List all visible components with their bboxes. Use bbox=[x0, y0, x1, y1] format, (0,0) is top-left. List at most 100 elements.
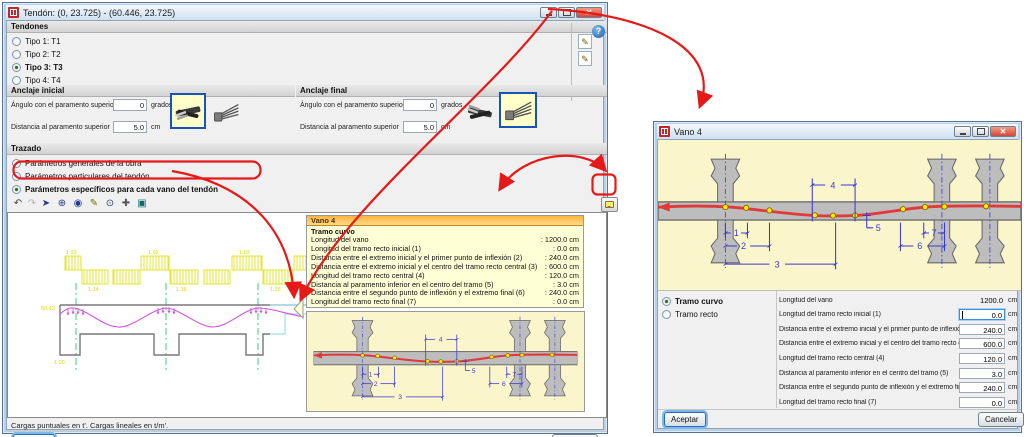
app-icon bbox=[8, 7, 19, 18]
param-label: Distancia entre el segundo punto de infl… bbox=[779, 384, 959, 392]
tendon-window-titlebar[interactable]: Tendón: (0, 23.725) - (60.446, 23.725) ✕ bbox=[6, 5, 604, 20]
edit-values-icon[interactable]: ✎ bbox=[578, 51, 592, 66]
edit-pencil-icon[interactable]: ✎ bbox=[87, 197, 101, 211]
svg-text:1.36: 1.36 bbox=[176, 287, 187, 293]
anchorage-head-icon[interactable] bbox=[463, 97, 497, 127]
tooltip-row-label: Longitud del tramo recto central (4) bbox=[311, 271, 425, 280]
cancel-button[interactable]: Cancelar bbox=[978, 412, 1024, 427]
trazado-header: Trazado bbox=[7, 143, 607, 155]
tooltip-row-label: Distancia entre el extremo inicial y el … bbox=[311, 262, 538, 271]
radio-icon bbox=[12, 159, 21, 168]
vano-window-titlebar[interactable]: Vano 4 ✕ bbox=[657, 124, 1018, 139]
drawing-toolbar: ↶ ↷ ➤ ⊕ ◉ ✎ ⊙ ✚ ▣ bbox=[7, 197, 607, 212]
param-row: Longitud del tramo recto inicial (1) 0.0 c… bbox=[779, 308, 1021, 323]
param-input[interactable]: 120.0 bbox=[959, 352, 1005, 364]
radio-icon bbox=[12, 63, 21, 72]
radio-icon bbox=[12, 172, 21, 181]
angle-label: Ángulo con el paramento superior bbox=[300, 102, 406, 109]
radio-icon bbox=[12, 50, 21, 59]
trazado-option[interactable]: Parámetros particulares del tendón bbox=[12, 170, 218, 183]
tendones-header: Tendones bbox=[7, 21, 607, 33]
param-label: Longitud del tramo recto final (7) bbox=[779, 398, 877, 406]
minimize-button[interactable] bbox=[540, 7, 557, 18]
edit-tendon-icon[interactable]: ✎ bbox=[578, 34, 592, 49]
divider bbox=[658, 409, 1021, 410]
trazado-option[interactable]: Parámetros específicos para cada vano de… bbox=[12, 183, 218, 196]
tramo-mode-label: Tramo curvo bbox=[675, 297, 724, 306]
tramo-mode-option[interactable]: Tramo recto bbox=[662, 308, 776, 321]
anchorage-head-icon[interactable] bbox=[170, 93, 206, 129]
tooltip-row-label: Longitud del tramo recto final (7) bbox=[311, 298, 417, 307]
pan-hand-icon[interactable]: ✚ bbox=[119, 197, 133, 211]
param-input[interactable]: 0.0 bbox=[959, 309, 1005, 321]
param-input[interactable]: 600.0 bbox=[959, 338, 1005, 350]
svg-text:1.00: 1.00 bbox=[54, 360, 65, 366]
tendon-type-option[interactable]: Tipo 3: T3 bbox=[12, 61, 63, 74]
strand-fan-icon[interactable] bbox=[209, 97, 243, 127]
close-button[interactable]: ✕ bbox=[576, 7, 602, 18]
trazado-option-list: Parámetros generales de la obra Parámetro… bbox=[12, 157, 218, 196]
anclaje-final-header: Anclaje final bbox=[296, 85, 607, 97]
tendon-type-label: Tipo 3: T3 bbox=[25, 63, 63, 72]
param-label: Longitud del tramo recto inicial (1) bbox=[779, 311, 881, 319]
screen-capture-icon[interactable]: ▣ bbox=[135, 197, 149, 211]
tooltip-rows: Longitud del vano: 1200.0 cm Longitud del… bbox=[307, 235, 583, 307]
angle-input[interactable]: 0 bbox=[113, 99, 147, 111]
param-label: Longitud del vano bbox=[779, 296, 833, 304]
tendon-type-label: Tipo 2: T2 bbox=[25, 50, 61, 59]
param-input[interactable]: 3.0 bbox=[959, 367, 1005, 379]
svg-text:1.92: 1.92 bbox=[148, 250, 159, 256]
angle-input[interactable]: 0 bbox=[403, 99, 437, 111]
angle-unit: grados bbox=[441, 102, 463, 109]
param-row: Longitud del vano 1200.0 cm bbox=[779, 293, 1021, 308]
tooltip-row: Longitud del vano: 1200.0 cm bbox=[307, 235, 583, 245]
minimize-button[interactable] bbox=[954, 126, 971, 137]
dist-label: Distancia al paramento superior bbox=[300, 124, 399, 131]
tramo-mode-option[interactable]: Tramo curvo bbox=[662, 295, 776, 308]
param-input[interactable]: 240.0 bbox=[959, 323, 1005, 335]
maximize-button[interactable] bbox=[558, 7, 575, 18]
vano-diagram-panel bbox=[658, 140, 1021, 291]
tooltip-row: Longitud del tramo recto inicial (1): 0.… bbox=[307, 244, 583, 254]
tendon-type-option[interactable]: Tipo 1: T1 bbox=[12, 35, 63, 48]
param-unit: cm bbox=[1008, 369, 1018, 377]
close-button[interactable]: ✕ bbox=[990, 126, 1016, 137]
param-row: Distancia al paramento inferior en el ce… bbox=[779, 366, 1021, 381]
redo-icon[interactable]: ↷ bbox=[25, 197, 39, 211]
divider bbox=[7, 431, 607, 432]
span-schematic-panel bbox=[306, 311, 585, 412]
status-text: Cargas puntuales en t'. Cargas lineales … bbox=[11, 421, 169, 430]
radio-icon bbox=[12, 76, 21, 85]
zoom-window-icon[interactable]: ⊙ bbox=[103, 197, 117, 211]
dist-input[interactable]: 5.0 bbox=[113, 121, 147, 133]
beam-schematic-small bbox=[307, 312, 584, 411]
undo-icon[interactable]: ↶ bbox=[11, 197, 25, 211]
tooltip-row-label: Distancia entre el extremo inicial y el … bbox=[311, 253, 523, 262]
trazado-option[interactable]: Parámetros generales de la obra bbox=[12, 157, 218, 170]
zoom-orbit-icon[interactable]: ⊕ bbox=[55, 197, 69, 211]
tendon-type-option[interactable]: Tipo 2: T2 bbox=[12, 48, 63, 61]
dist-input[interactable]: 5.0 bbox=[403, 121, 437, 133]
param-input[interactable]: 240.0 bbox=[959, 382, 1005, 394]
param-unit: cm bbox=[1008, 325, 1018, 333]
zoom-real-size-icon[interactable]: ◉ bbox=[71, 197, 85, 211]
tooltip-title: Vano 4 bbox=[307, 216, 583, 226]
param-unit: cm bbox=[1008, 354, 1018, 362]
help-icon[interactable]: ? bbox=[592, 25, 605, 38]
radio-icon bbox=[662, 297, 671, 306]
trazado-label: Parámetros generales de la obra bbox=[25, 159, 142, 168]
pointer-help-icon[interactable]: ➤ bbox=[39, 197, 53, 211]
app-icon bbox=[659, 126, 670, 137]
accept-button[interactable]: Aceptar bbox=[664, 412, 706, 427]
maximize-button[interactable] bbox=[972, 126, 989, 137]
strand-fan-icon[interactable] bbox=[499, 92, 537, 128]
svg-text:1.34: 1.34 bbox=[88, 287, 99, 293]
span-note-toggle-button[interactable] bbox=[601, 197, 618, 212]
tendon-window: Tendón: (0, 23.725) - (60.446, 23.725) ✕… bbox=[2, 2, 618, 437]
svg-text:1.35: 1.35 bbox=[270, 287, 281, 293]
param-input[interactable]: 0.0 bbox=[959, 396, 1005, 408]
drawing-canvas[interactable]: 1.93 1.34 1.92 1.36 1.93 1.35 50.43 1.00… bbox=[7, 212, 607, 418]
svg-text:1.93: 1.93 bbox=[239, 250, 250, 256]
tooltip-row: Longitud del tramo recto central (4): 12… bbox=[307, 271, 583, 281]
param-unit: cm bbox=[1008, 311, 1018, 319]
